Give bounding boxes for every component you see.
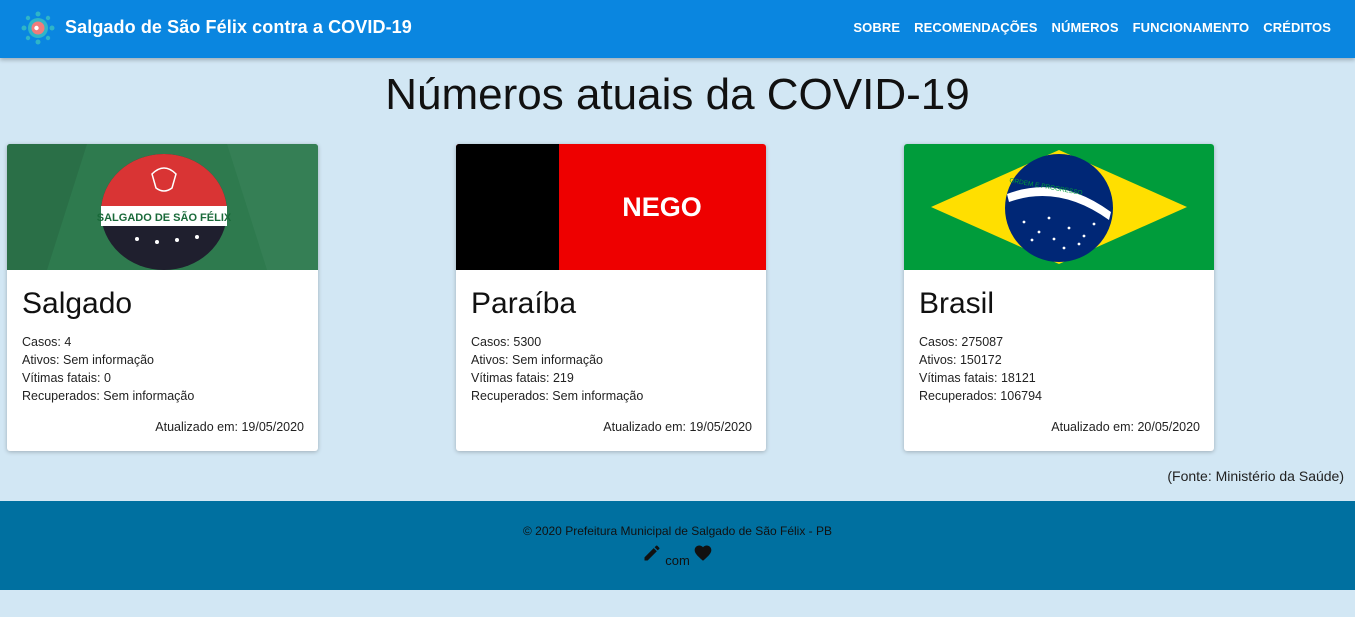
cases-text: Casos: 275087 — [919, 335, 1004, 349]
card-title: Salgado — [22, 287, 133, 320]
recovered-text: Recuperados: 106794 — [919, 389, 1043, 403]
updated-date: Atualizado em: 19/05/2020 — [155, 420, 304, 434]
page-title: Números atuais da COVID-19 — [385, 70, 970, 119]
copyright-text: © 2020 Prefeitura Municipal de Salgado d… — [522, 524, 833, 538]
active-text: Ativos: 150172 — [919, 353, 1002, 367]
pencil-icon — [644, 545, 660, 561]
nav-funcionamento[interactable]: FUNCIONAMENTO — [1133, 20, 1250, 35]
nav-numeros[interactable]: NÚMEROS — [1051, 20, 1118, 35]
card-stats: Casos: 5300 Ativos: Sem informação Vítim… — [471, 333, 643, 405]
brand-title[interactable]: Salgado de São Félix contra a COVID-19 — [65, 17, 412, 38]
updated-date: Atualizado em: 20/05/2020 — [1051, 420, 1200, 434]
nav-creditos[interactable]: CRÉDITOS — [1263, 20, 1331, 35]
nav-recomendacoes[interactable]: RECOMENDAÇÕES — [914, 20, 1037, 35]
virus-logo-icon[interactable] — [21, 11, 55, 45]
top-app-bar: Salgado de São Félix contra a COVID-19 S… — [0, 0, 1355, 58]
nav-sobre[interactable]: SOBRE — [853, 20, 900, 35]
card-salgado: SALGADO DE SÃO FÉLIX Salgado Casos: 4 At… — [7, 144, 318, 451]
salgado-flag-text: SALGADO DE SÃO FÉLIX — [97, 211, 232, 224]
card-title: Paraíba — [471, 287, 577, 320]
main-nav: SOBRE RECOMENDAÇÕES NÚMEROS FUNCIONAMENT… — [839, 20, 1331, 35]
deaths-text: Vítimas fatais: 0 — [22, 371, 111, 385]
card-stats: Casos: 275087 Ativos: 150172 Vítimas fat… — [919, 333, 1042, 405]
salgado-flag-image: SALGADO DE SÃO FÉLIX — [7, 144, 318, 270]
active-text: Ativos: Sem informação — [471, 353, 603, 367]
recovered-text: Recuperados: Sem informação — [471, 389, 644, 403]
card-brasil: ORDEM E PROGRESSO Brasil Casos: 275087 A… — [904, 144, 1214, 451]
active-text: Ativos: Sem informação — [22, 353, 154, 367]
cases-text: Casos: 4 — [22, 335, 72, 349]
made-with-text: com — [665, 553, 690, 568]
footer: © 2020 Prefeitura Municipal de Salgado d… — [0, 501, 1355, 590]
card-paraiba: NEGO Paraíba Casos: 5300 Ativos: Sem inf… — [456, 144, 766, 451]
data-source: (Fonte: Ministério da Saúde) — [1167, 468, 1344, 484]
paraiba-flag-text: NEGO — [622, 192, 702, 222]
card-stats: Casos: 4 Ativos: Sem informação Vítimas … — [22, 333, 194, 405]
deaths-text: Vítimas fatais: 219 — [471, 371, 574, 385]
brazil-flag-image: ORDEM E PROGRESSO — [904, 144, 1214, 270]
cases-text: Casos: 5300 — [471, 335, 542, 349]
recovered-text: Recuperados: Sem informação — [22, 389, 195, 403]
heart-icon — [695, 545, 712, 561]
deaths-text: Vítimas fatais: 18121 — [919, 371, 1036, 385]
made-with-line: com — [0, 543, 1355, 568]
updated-date: Atualizado em: 19/05/2020 — [603, 420, 752, 434]
card-title: Brasil — [919, 287, 995, 320]
paraiba-flag-image: NEGO — [456, 144, 766, 270]
